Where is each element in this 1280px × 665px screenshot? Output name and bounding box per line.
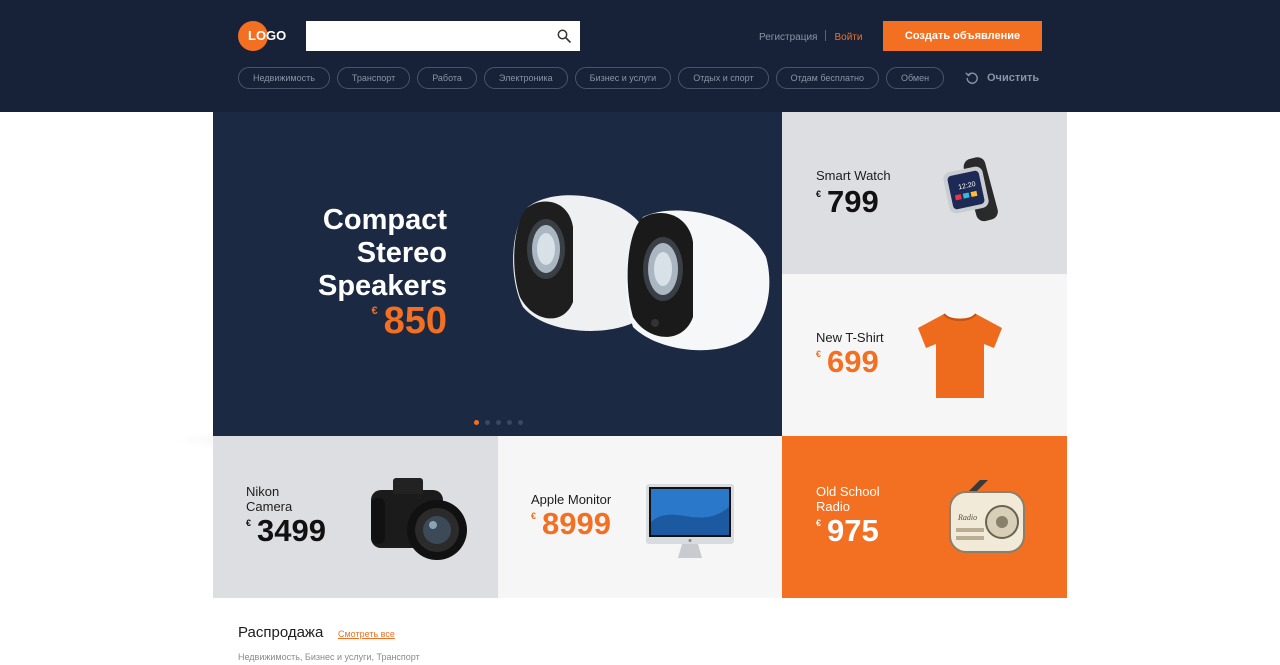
currency-symbol: € [816, 189, 822, 199]
product-tile-radio[interactable]: Old School Radio € 975 Radio [782, 436, 1067, 598]
currency-symbol: € [816, 518, 822, 528]
radio-image: Radio [949, 480, 1025, 553]
price-value: 3499 [257, 513, 326, 548]
auth-links: Регистрация Войти [759, 30, 862, 43]
price-value: 8999 [542, 506, 611, 541]
product-name-line: Nikon [246, 484, 280, 499]
hero-title-line: Speakers [318, 270, 447, 302]
category-chip-real-estate[interactable]: Недвижимость [238, 67, 330, 89]
register-link[interactable]: Регистрация [759, 32, 817, 43]
price-value: 975 [827, 513, 879, 548]
hero-slider[interactable]: Compact Stereo Speakers € 850 [213, 112, 782, 436]
product-name: Apple Monitor [531, 492, 612, 507]
section-subtitle: Недвижимость, Бизнес и услуги, Транспорт [238, 652, 420, 662]
slider-dot[interactable] [518, 420, 523, 425]
logo-text: LOGO [248, 28, 287, 43]
speakers-image [513, 195, 770, 351]
search-input[interactable] [306, 21, 546, 51]
product-price: € 8999 [531, 508, 611, 540]
product-tile-tshirt[interactable]: New T-Shirt € 699 [782, 274, 1067, 436]
create-listing-button[interactable]: Создать объявление [883, 21, 1042, 51]
product-tile-monitor[interactable]: Apple Monitor € 8999 [498, 436, 782, 598]
price-value: 699 [827, 344, 879, 379]
clear-filters-button[interactable]: Очистить [965, 71, 1039, 85]
search-box [306, 21, 580, 51]
section-title: Распродажа [238, 624, 324, 641]
site-header: LOGO Регистрация Войти Создать объявление… [0, 0, 1280, 112]
see-all-link[interactable]: Смотреть все [338, 629, 395, 639]
hero-title: Compact Stereo Speakers [247, 204, 447, 303]
logo[interactable]: LOGO [238, 21, 298, 51]
category-chip-jobs[interactable]: Работа [417, 67, 477, 89]
currency-symbol: € [531, 511, 537, 521]
search-icon[interactable] [557, 29, 571, 43]
slider-dot[interactable] [474, 420, 479, 425]
product-price: € 799 [816, 186, 879, 218]
login-link[interactable]: Войти [834, 32, 862, 43]
category-chip-leisure[interactable]: Отдых и спорт [678, 67, 769, 89]
monitor-image [646, 484, 734, 558]
product-price: € 975 [816, 515, 879, 547]
slider-dot[interactable] [485, 420, 490, 425]
hero-price: € 850 [371, 301, 447, 341]
hero-title-line: Stereo [356, 237, 447, 269]
currency-symbol: € [246, 518, 252, 528]
radio-brand: Radio [957, 513, 977, 522]
hero-title-line: Compact [322, 204, 447, 236]
product-price: € 699 [816, 346, 879, 378]
price-value: 850 [383, 300, 447, 342]
price-value: 799 [827, 184, 879, 219]
camera-image [371, 478, 467, 560]
tshirt-image [918, 313, 1002, 398]
currency-symbol: € [816, 349, 822, 359]
product-tile-smart-watch[interactable]: Smart Watch € 799 12:20 [782, 112, 1067, 274]
slider-dot[interactable] [507, 420, 512, 425]
product-name-line: Radio [816, 499, 850, 514]
category-filters: Недвижимость Транспорт Работа Электроник… [238, 67, 945, 89]
reset-icon [965, 72, 978, 84]
category-chip-business[interactable]: Бизнес и услуги [574, 67, 672, 89]
product-tile-camera[interactable]: Nikon Camera € 3499 [213, 436, 498, 598]
smart-watch-image: 12:20 [943, 157, 998, 222]
category-chip-electronics[interactable]: Электроника [483, 67, 568, 89]
slider-dots [474, 420, 523, 425]
slider-dot[interactable] [496, 420, 501, 425]
currency-symbol: € [371, 305, 378, 317]
clear-label: Очистить [987, 72, 1040, 84]
category-chip-free[interactable]: Отдам бесплатно [775, 67, 879, 89]
product-name: New T-Shirt [816, 330, 884, 345]
auth-divider [825, 30, 827, 41]
product-name-line: Camera [246, 499, 293, 514]
product-price: € 3499 [246, 515, 326, 547]
category-chip-exchange[interactable]: Обмен [885, 67, 945, 89]
product-name-line: Old School [816, 484, 880, 499]
category-chip-transport[interactable]: Транспорт [336, 67, 411, 89]
product-name: Smart Watch [816, 168, 891, 183]
